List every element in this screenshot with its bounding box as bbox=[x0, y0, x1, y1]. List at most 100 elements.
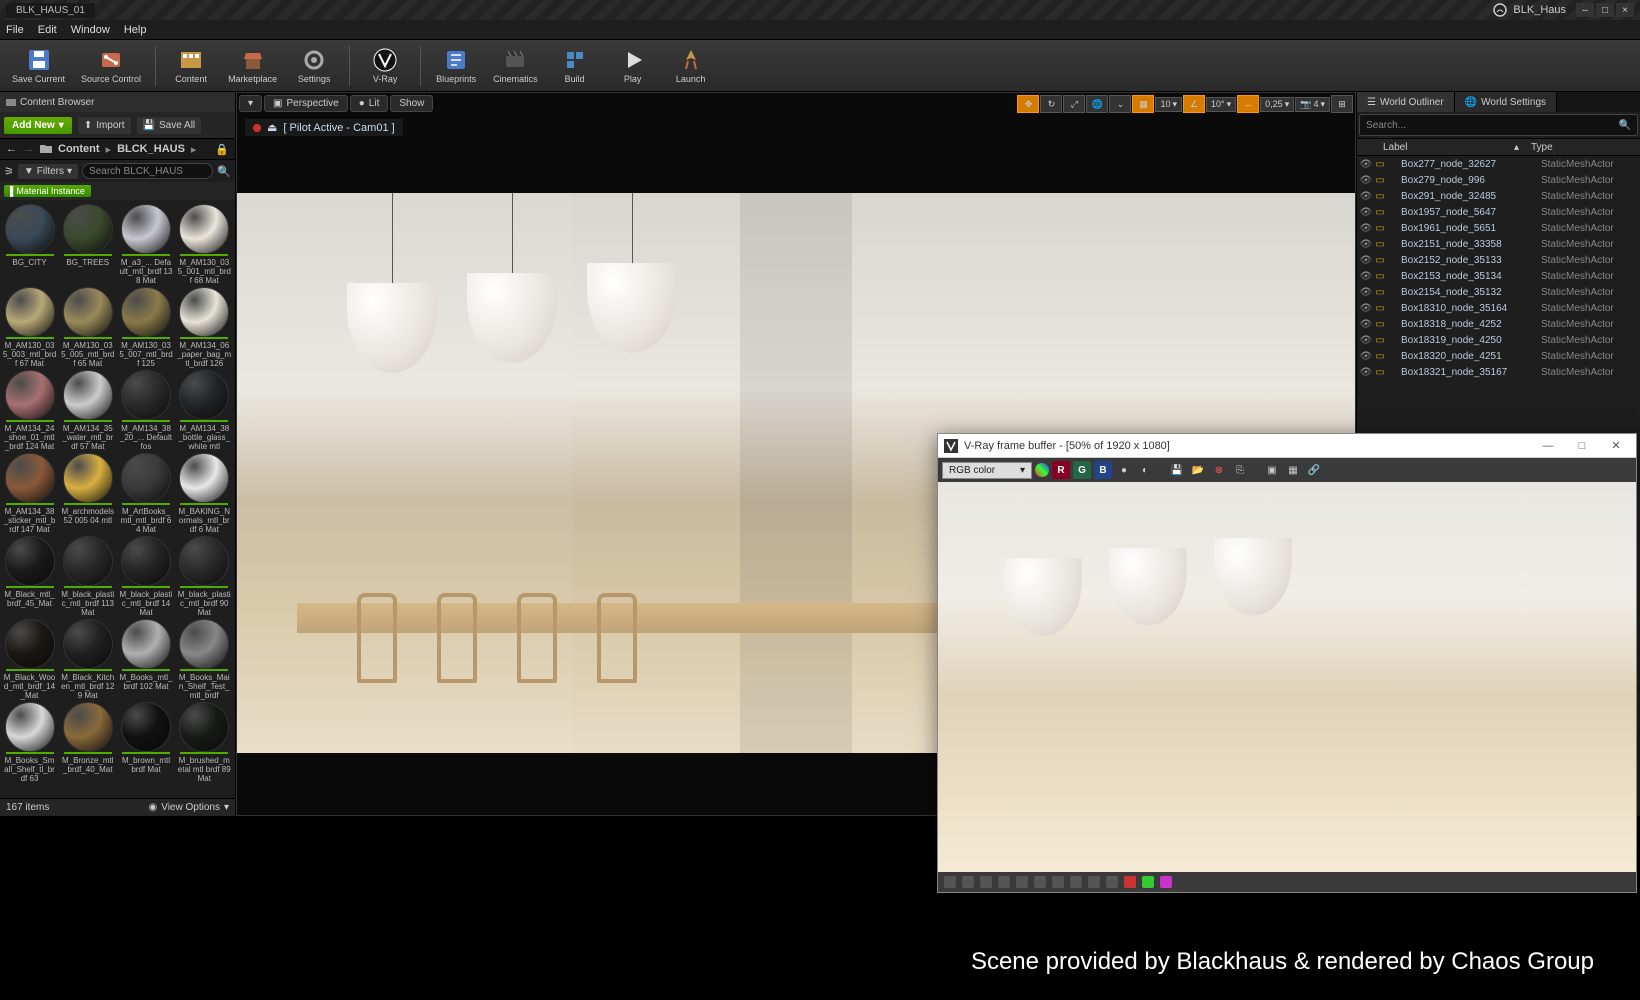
asset-thumbnail[interactable]: M_archmodels52 005 04 mtl bbox=[60, 453, 115, 534]
view-options-button[interactable]: ◉ View Options ▾ bbox=[148, 802, 229, 813]
vfb-alpha-button[interactable]: ● bbox=[1115, 461, 1133, 479]
outliner-row[interactable]: 👁▭Box2153_node_35134StaticMeshActor bbox=[1357, 268, 1640, 284]
vfb-green-button[interactable]: G bbox=[1073, 461, 1091, 479]
vfb-mono-button[interactable]: ◐ bbox=[1136, 461, 1154, 479]
vfb-track-icon[interactable]: ▦ bbox=[1284, 461, 1302, 479]
asset-thumbnail[interactable]: M_AM130_035_005_mtl_brdf 65 Mat bbox=[60, 287, 115, 368]
asset-thumbnail[interactable]: M_AM134_24_shoe_01_mtl_brdf 124 Mat bbox=[2, 370, 57, 451]
eject-icon[interactable]: ⏏ bbox=[267, 121, 277, 134]
asset-thumbnail[interactable]: M_AM130_035_001_mtl_brdf 68 Mat bbox=[177, 204, 232, 285]
vfb-region-icon[interactable]: ▣ bbox=[1263, 461, 1281, 479]
outliner-row[interactable]: 👁▭Box2152_node_35133StaticMeshActor bbox=[1357, 252, 1640, 268]
asset-thumbnail[interactable]: M_BAKING_Normals_mtl_brdf 6 Mat bbox=[177, 453, 232, 534]
visibility-icon[interactable]: 👁 bbox=[1359, 223, 1373, 234]
asset-thumbnail[interactable]: BG_TREES bbox=[60, 204, 115, 285]
breadcrumb-back[interactable]: ← bbox=[6, 143, 17, 155]
breadcrumb-fwd[interactable]: → bbox=[23, 143, 34, 155]
asset-thumbnail[interactable]: BG_CITY bbox=[2, 204, 57, 285]
viewport-maximize-button[interactable]: ⊞ bbox=[1331, 95, 1353, 113]
asset-thumbnail[interactable]: M_Books_mtl_brdf 102 Mat bbox=[119, 619, 174, 700]
asset-thumbnail[interactable]: M_AM134_38_bottle_glass_white mtl bbox=[177, 370, 232, 451]
asset-thumbnail[interactable]: M_Black_Kitchen_mtl_brdf 129 Mat bbox=[60, 619, 115, 700]
vfb-minimize-button[interactable]: — bbox=[1534, 440, 1562, 452]
visibility-icon[interactable]: 👁 bbox=[1359, 287, 1373, 298]
vfb-blue-button[interactable]: B bbox=[1094, 461, 1112, 479]
save-current-button[interactable]: Save Current bbox=[6, 42, 71, 90]
filters-button[interactable]: ▼ Filters ▾ bbox=[18, 164, 78, 179]
vfb-load-icon[interactable]: 📂 bbox=[1189, 461, 1207, 479]
asset-thumbnail[interactable]: M_AM130_035_003_mtl_brdf 67 Mat bbox=[2, 287, 57, 368]
grid-snap-value[interactable]: 10▾ bbox=[1155, 97, 1182, 112]
visibility-icon[interactable]: 👁 bbox=[1359, 207, 1373, 218]
grid-snap-button[interactable]: ▦ bbox=[1132, 95, 1154, 113]
visibility-icon[interactable]: 👁 bbox=[1359, 367, 1373, 378]
close-button[interactable]: × bbox=[1616, 3, 1634, 17]
viewport-options-button[interactable]: ▾ bbox=[239, 95, 262, 112]
vfb-clear-icon[interactable]: ⊗ bbox=[1210, 461, 1228, 479]
menu-help[interactable]: Help bbox=[124, 24, 147, 36]
import-button[interactable]: ⬆ Import bbox=[78, 117, 131, 134]
content-search-input[interactable]: Search BLCK_HAUS bbox=[82, 163, 213, 179]
minimize-button[interactable]: – bbox=[1576, 3, 1594, 17]
outliner-row[interactable]: 👁▭Box18321_node_35167StaticMeshActor bbox=[1357, 364, 1640, 380]
camera-speed[interactable]: 📷 4▾ bbox=[1295, 97, 1330, 112]
cinematics-button[interactable]: Cinematics bbox=[487, 42, 544, 90]
outliner-row[interactable]: 👁▭Box18310_node_35164StaticMeshActor bbox=[1357, 300, 1640, 316]
viewport-mode-button[interactable]: ▣ Perspective bbox=[264, 95, 348, 112]
v-ray-button[interactable]: V-Ray bbox=[358, 42, 412, 90]
outliner-row[interactable]: 👁▭Box279_node_996StaticMeshActor bbox=[1357, 172, 1640, 188]
outliner-search-input[interactable]: Search... 🔍 bbox=[1359, 114, 1638, 136]
outliner-header[interactable]: Label▴ Type bbox=[1357, 138, 1640, 156]
outliner-row[interactable]: 👁▭Box18318_node_4252StaticMeshActor bbox=[1357, 316, 1640, 332]
search-icon[interactable]: 🔍 bbox=[217, 165, 231, 178]
visibility-icon[interactable]: 👁 bbox=[1359, 191, 1373, 202]
marketplace-button[interactable]: Marketplace bbox=[222, 42, 283, 90]
asset-thumbnail[interactable]: M_AM134_38_20_... Defaultfos bbox=[119, 370, 174, 451]
viewport-show-button[interactable]: Show bbox=[390, 95, 433, 112]
tab-world-outliner[interactable]: ☰ World Outliner bbox=[1357, 92, 1455, 112]
maximize-button[interactable]: □ bbox=[1596, 3, 1614, 17]
outliner-row[interactable]: 👁▭Box18320_node_4251StaticMeshActor bbox=[1357, 348, 1640, 364]
transform-scale-button[interactable]: ⤢ bbox=[1063, 95, 1085, 113]
asset-thumbnail[interactable]: M_black_plastic_mtl_brdf 113 Mat bbox=[60, 536, 115, 617]
asset-thumbnail[interactable]: M_a3_... Default_mtl_brdf 138 Mat bbox=[119, 204, 174, 285]
visibility-icon[interactable]: 👁 bbox=[1359, 239, 1373, 250]
angle-snap-value[interactable]: 10°▾ bbox=[1206, 97, 1236, 112]
tab-world-settings[interactable]: 🌐 World Settings bbox=[1455, 92, 1557, 112]
visibility-icon[interactable]: 👁 bbox=[1359, 319, 1373, 330]
add-new-button[interactable]: Add New▾ bbox=[4, 117, 72, 134]
content-browser-tab[interactable]: Content Browser bbox=[0, 92, 235, 112]
vfb-maximize-button[interactable]: □ bbox=[1568, 440, 1596, 452]
asset-thumbnail[interactable]: M_AM130_035_007_mtl_brdf 125 bbox=[119, 287, 174, 368]
surface-snap-button[interactable]: ⌄ bbox=[1109, 95, 1131, 113]
menu-window[interactable]: Window bbox=[71, 24, 110, 36]
settings-button[interactable]: Settings bbox=[287, 42, 341, 90]
angle-snap-button[interactable]: ∠ bbox=[1183, 95, 1205, 113]
outliner-row[interactable]: 👁▭Box277_node_32627StaticMeshActor bbox=[1357, 156, 1640, 172]
outliner-row[interactable]: 👁▭Box18319_node_4250StaticMeshActor bbox=[1357, 332, 1640, 348]
vfb-red-button[interactable]: R bbox=[1052, 461, 1070, 479]
visibility-icon[interactable]: 👁 bbox=[1359, 175, 1373, 186]
visibility-icon[interactable]: 👁 bbox=[1359, 351, 1373, 362]
asset-thumbnail[interactable]: M_Black_Wood_mtl_brdf_14_Mat bbox=[2, 619, 57, 700]
visibility-icon[interactable]: 👁 bbox=[1359, 335, 1373, 346]
breadcrumb-lock-icon[interactable]: 🔒 bbox=[215, 143, 229, 156]
asset-thumbnail[interactable]: M_brown_mtl brdf Mat bbox=[119, 702, 174, 783]
breadcrumb-seg[interactable]: BLCK_HAUS bbox=[117, 143, 185, 155]
save-all-button[interactable]: 💾 Save All bbox=[137, 117, 202, 134]
asset-thumbnail[interactable]: M_brushed_metal mtl brdf 89 Mat bbox=[177, 702, 232, 783]
source-control-button[interactable]: Source Control bbox=[75, 42, 147, 90]
outliner-row[interactable]: 👁▭Box1961_node_5651StaticMeshActor bbox=[1357, 220, 1640, 236]
vfb-close-button[interactable]: ✕ bbox=[1602, 439, 1630, 452]
vfb-titlebar[interactable]: V-Ray frame buffer - [50% of 1920 x 1080… bbox=[938, 434, 1636, 458]
menu-file[interactable]: File bbox=[6, 24, 24, 36]
outliner-row[interactable]: 👁▭Box2151_node_33358StaticMeshActor bbox=[1357, 236, 1640, 252]
asset-thumbnail[interactable]: M_Books_Main_Shelf_Test_mtl_brdf bbox=[177, 619, 232, 700]
visibility-icon[interactable]: 👁 bbox=[1359, 255, 1373, 266]
visibility-icon[interactable]: 👁 bbox=[1359, 159, 1373, 170]
outliner-row[interactable]: 👁▭Box2154_node_35132StaticMeshActor bbox=[1357, 284, 1640, 300]
scale-snap-button[interactable]: ↔ bbox=[1237, 95, 1259, 113]
filter-chip[interactable]: ▌Material Instance bbox=[4, 185, 91, 197]
viewport[interactable]: ▾ ▣ Perspective ● Lit Show ✥ ↻ ⤢ 🌐 ⌄ ▦ 1… bbox=[236, 92, 1356, 816]
coord-space-button[interactable]: 🌐 bbox=[1086, 95, 1108, 113]
